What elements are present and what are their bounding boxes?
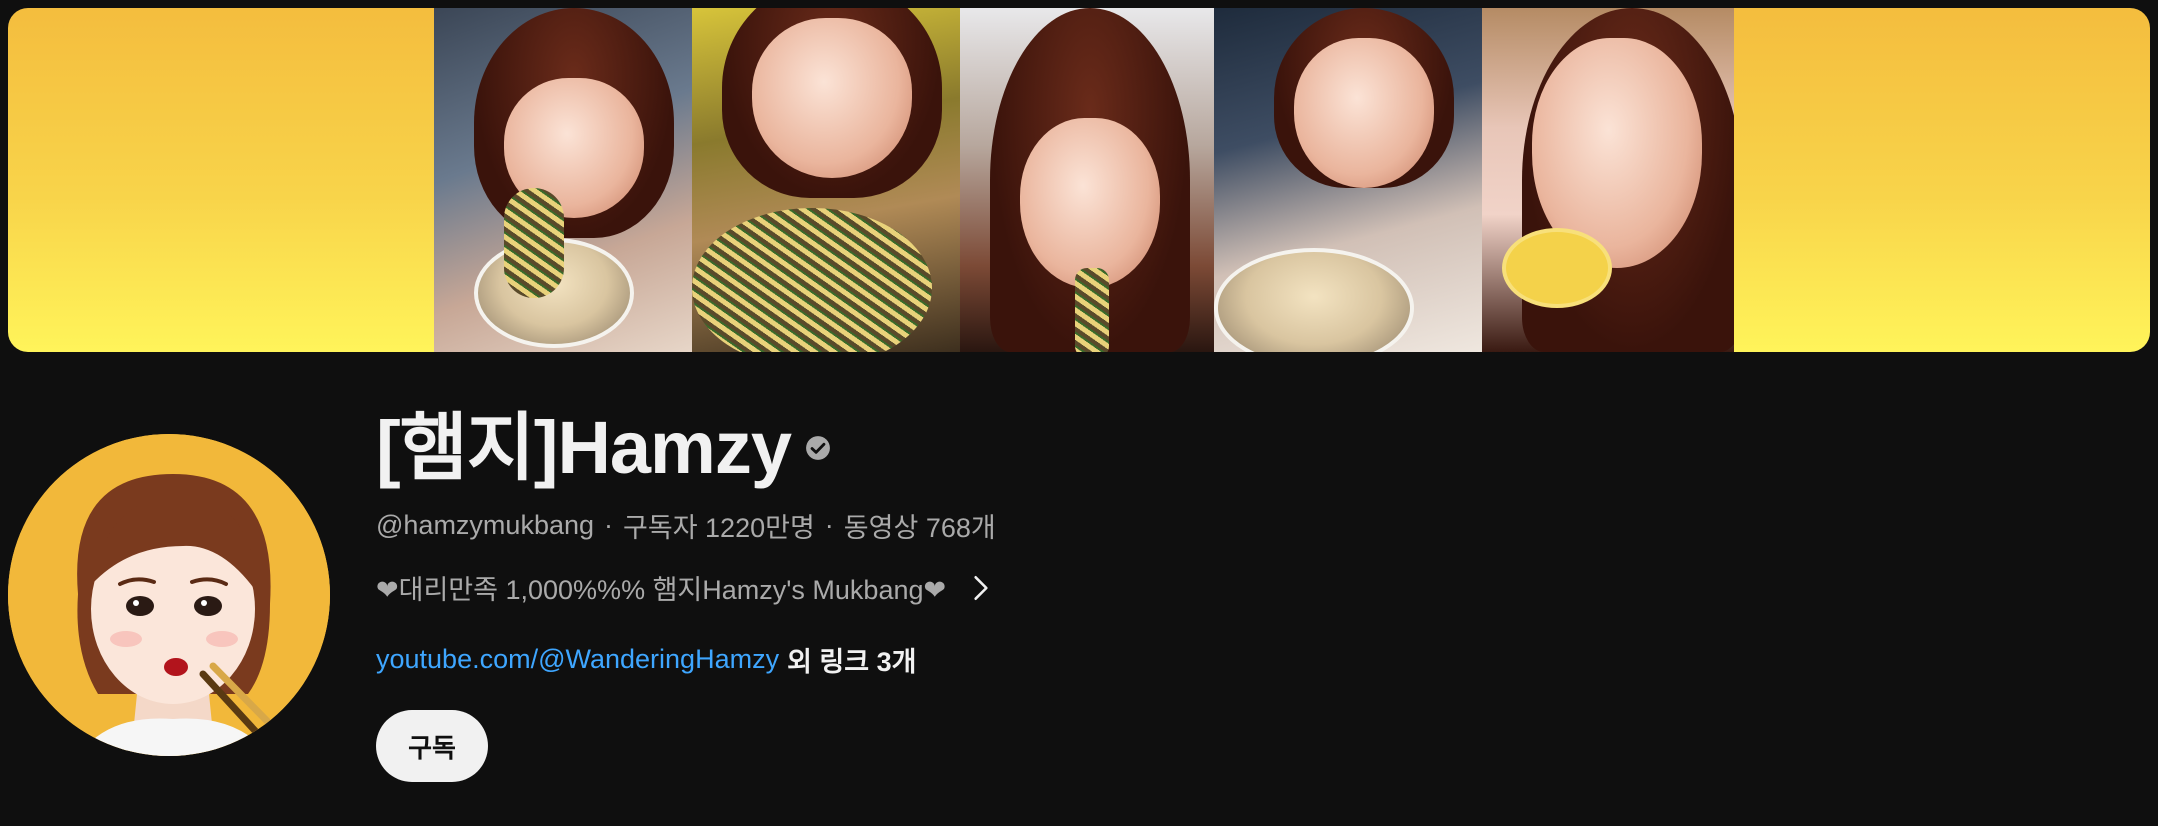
- channel-banner: [8, 8, 2150, 352]
- banner-photo-strip: [434, 8, 1734, 352]
- channel-meta: @hamzymukbang · 구독자 1220만명 · 동영상 768개: [376, 506, 996, 545]
- meta-separator: ·: [824, 510, 834, 540]
- subscribe-button[interactable]: 구독: [376, 710, 488, 782]
- verified-check-icon[interactable]: [805, 435, 831, 461]
- channel-name: [햄지]Hamzy: [376, 406, 792, 489]
- banner-photo-3: [960, 8, 1214, 352]
- banner-photo-2: [692, 8, 960, 352]
- channel-link[interactable]: youtube.com/@WanderingHamzy: [376, 644, 779, 675]
- meta-separator: ·: [604, 510, 614, 540]
- channel-links: youtube.com/@WanderingHamzy 외 링크 3개: [376, 640, 916, 679]
- channel-title-row: [햄지]Hamzy: [376, 400, 2076, 496]
- banner-photo-4: [1214, 8, 1482, 352]
- channel-description[interactable]: ❤대리만족 1,000%%% 햄지Hamzy's Mukbang❤: [376, 568, 994, 607]
- channel-page: [햄지]Hamzy @hamzymukbang · 구독자 1220만명 · 동…: [0, 0, 2158, 826]
- avatar-illustration: [8, 434, 330, 756]
- description-text: ❤대리만족 1,000%%% 햄지Hamzy's Mukbang❤: [376, 575, 947, 605]
- channel-avatar[interactable]: [8, 434, 330, 756]
- more-links-button[interactable]: 외 링크 3개: [787, 640, 916, 679]
- channel-info: [햄지]Hamzy @hamzymukbang · 구독자 1220만명 · 동…: [376, 400, 2076, 782]
- banner-photo-1: [434, 8, 692, 352]
- chevron-right-icon[interactable]: [968, 573, 994, 603]
- subscriber-count: 구독자 1220만명: [623, 513, 815, 543]
- channel-handle: @hamzymukbang: [376, 510, 595, 540]
- banner-photo-5: [1482, 8, 1734, 352]
- video-count: 동영상 768개: [843, 513, 996, 543]
